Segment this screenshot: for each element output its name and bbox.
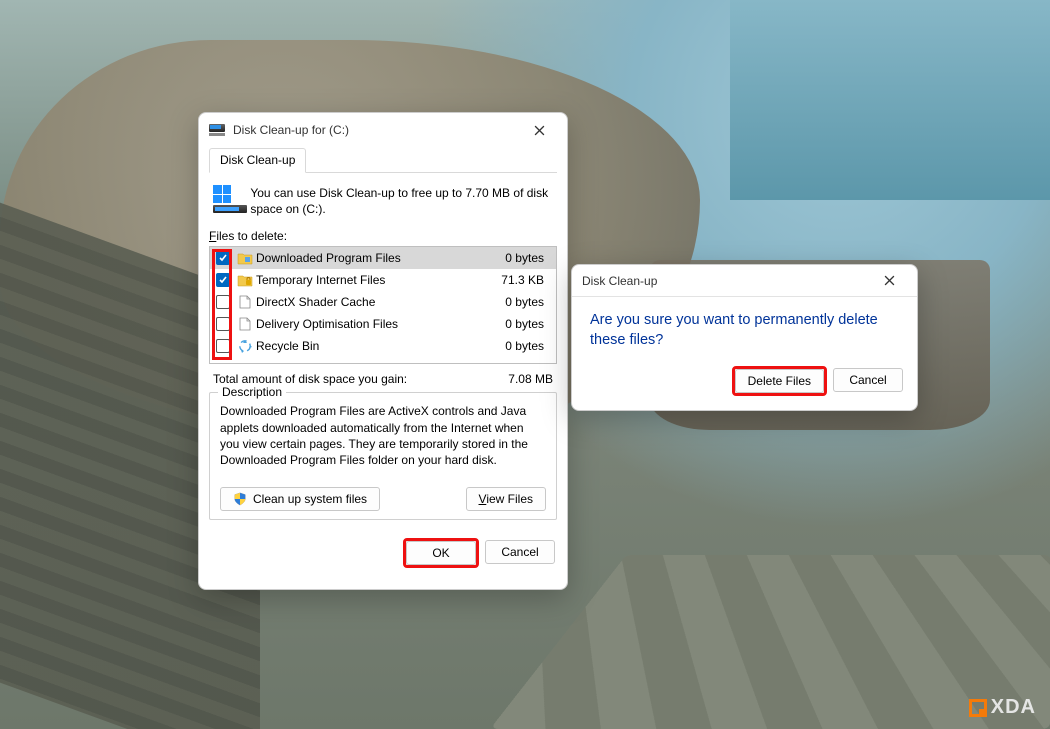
- description-legend: Description: [218, 385, 286, 399]
- confirm-title: Disk Clean-up: [582, 274, 869, 288]
- file-type-icon: [236, 273, 254, 287]
- desktop-wallpaper: Disk Clean-up for (C:) Disk Clean-up You…: [0, 0, 1050, 729]
- confirm-dialog: Disk Clean-up Are you sure you want to p…: [571, 264, 918, 411]
- shield-icon: [233, 492, 247, 506]
- close-button[interactable]: [519, 116, 559, 144]
- disk-cleanup-window: Disk Clean-up for (C:) Disk Clean-up You…: [198, 112, 568, 590]
- xda-watermark: XDA: [969, 696, 1036, 719]
- clean-system-files-label: Clean up system files: [253, 492, 367, 506]
- confirm-cancel-button[interactable]: Cancel: [833, 368, 903, 392]
- file-type-icon: [236, 339, 254, 353]
- file-list-row[interactable]: Delivery Optimisation Files0 bytes: [210, 313, 556, 335]
- total-gain-label: Total amount of disk space you gain:: [213, 372, 407, 386]
- file-checkbox[interactable]: [216, 251, 230, 265]
- files-list[interactable]: Downloaded Program Files0 bytesTemporary…: [209, 246, 557, 364]
- drive-mini-icon: [209, 124, 225, 136]
- delete-files-button[interactable]: Delete Files: [735, 369, 824, 393]
- view-files-label-rest: iew Files: [486, 492, 533, 506]
- file-name: Temporary Internet Files: [254, 273, 486, 287]
- cancel-button[interactable]: Cancel: [485, 540, 555, 564]
- file-size: 0 bytes: [486, 339, 550, 353]
- file-checkbox[interactable]: [216, 339, 230, 353]
- file-size: 0 bytes: [486, 295, 550, 309]
- total-gain-value: 7.08 MB: [508, 372, 553, 386]
- file-list-row[interactable]: Recycle Bin0 bytes: [210, 335, 556, 357]
- file-size: 0 bytes: [486, 317, 550, 331]
- file-name: Recycle Bin: [254, 339, 486, 353]
- file-name: DirectX Shader Cache: [254, 295, 486, 309]
- file-size: 71.3 KB: [486, 273, 550, 287]
- xda-logo-icon: [969, 699, 987, 717]
- file-type-icon: [236, 317, 254, 331]
- file-size: 0 bytes: [486, 251, 550, 265]
- file-name: Downloaded Program Files: [254, 251, 486, 265]
- file-type-icon: [236, 295, 254, 309]
- file-list-row[interactable]: DirectX Shader Cache0 bytes: [210, 291, 556, 313]
- intro-text: You can use Disk Clean-up to free up to …: [250, 185, 553, 217]
- wallpaper-ocean: [730, 0, 1050, 200]
- window-title: Disk Clean-up for (C:): [233, 123, 519, 137]
- confirm-message: Are you sure you want to permanently del…: [590, 311, 899, 350]
- close-icon: [884, 275, 895, 286]
- file-checkbox[interactable]: [216, 273, 230, 287]
- xda-watermark-text: XDA: [991, 696, 1036, 719]
- file-type-icon: [236, 251, 254, 265]
- titlebar[interactable]: Disk Clean-up for (C:): [199, 113, 567, 147]
- tab-disk-cleanup[interactable]: Disk Clean-up: [209, 148, 306, 173]
- wallpaper-pavers: [490, 555, 1050, 729]
- description-text: Downloaded Program Files are ActiveX con…: [220, 403, 546, 469]
- close-icon: [534, 125, 545, 136]
- tab-strip: Disk Clean-up: [209, 147, 557, 173]
- file-checkbox[interactable]: [216, 295, 230, 309]
- files-to-delete-label: Files to delete:: [209, 229, 557, 243]
- file-list-row[interactable]: Temporary Internet Files71.3 KB: [210, 269, 556, 291]
- ok-button[interactable]: OK: [406, 541, 476, 565]
- view-files-button[interactable]: View Files: [466, 487, 546, 511]
- file-name: Delivery Optimisation Files: [254, 317, 486, 331]
- clean-system-files-button[interactable]: Clean up system files: [220, 487, 380, 511]
- file-list-row[interactable]: Downloaded Program Files0 bytes: [210, 247, 556, 269]
- drive-icon: [213, 185, 240, 213]
- file-checkbox[interactable]: [216, 317, 230, 331]
- description-groupbox: Description Downloaded Program Files are…: [209, 392, 557, 520]
- confirm-close-button[interactable]: [869, 267, 909, 295]
